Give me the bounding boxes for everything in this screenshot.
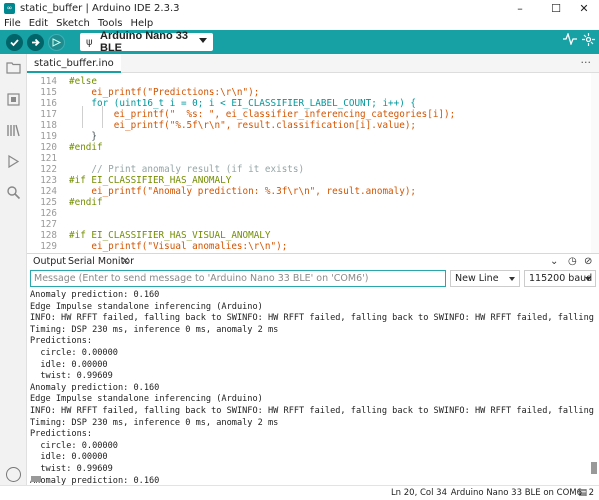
code-line: 120 #endif <box>40 142 103 153</box>
code-line: 122 // Print anomaly result (if it exist… <box>40 164 305 175</box>
output-line: Predictions: <box>30 336 93 347</box>
code-line: 128 #if EI_CLASSIFIER_HAS_VISUAL_ANOMALY <box>40 230 271 241</box>
menu-sketch[interactable]: Sketch <box>56 18 90 29</box>
output-line: idle: 0.00000 <box>30 359 108 370</box>
upload-button[interactable] <box>27 33 44 51</box>
output-line: Edge Impulse standalone inferencing (Ard… <box>30 301 263 312</box>
output-line: circle: 0.00000 <box>30 440 118 451</box>
tab-static-buffer[interactable]: static_buffer.ino <box>27 54 121 73</box>
serial-plotter-icon <box>563 32 577 46</box>
code-line: 119 } <box>40 131 97 142</box>
code-line: 126 <box>40 208 57 219</box>
close-icon[interactable]: ✕ <box>121 254 129 269</box>
serial-input-row: New Line 115200 baud <box>27 269 599 288</box>
output-line: Anomaly prediction: 0.160 <box>30 382 160 393</box>
chevron-down-icon <box>509 277 515 281</box>
output-line: INFO: HW RFFT failed, falling back to SW… <box>30 313 599 324</box>
baud-rate-select[interactable]: 115200 baud <box>524 270 596 287</box>
output-line: Timing: DSP 230 ms, inference 0 ms, anom… <box>30 417 279 428</box>
tab-strip: static_buffer.ino ··· <box>27 54 599 73</box>
code-line: 129 ei_printf("Visual anomalies:\r\n"); <box>40 241 288 252</box>
sketchbook-icon[interactable] <box>6 60 21 75</box>
tab-output[interactable]: Output <box>33 254 66 269</box>
code-line: 114 #else <box>40 76 97 87</box>
output-line: twist: 0.99609 <box>30 371 113 382</box>
code-line: 117 ei_printf(" %s: ", ei_classifier_inf… <box>40 109 456 120</box>
chevron-down-icon <box>585 277 591 281</box>
board-selector[interactable]: ψ Arduino Nano 33 BLE <box>80 30 213 54</box>
verify-button[interactable] <box>6 33 23 51</box>
serial-plotter-button[interactable] <box>563 32 577 49</box>
serial-output[interactable]: Anomaly prediction: 0.160 Edge Impulse s… <box>27 288 599 485</box>
code-line: 124 ei_printf("Anomaly prediction: %.3f\… <box>40 186 417 197</box>
debug-button[interactable] <box>48 33 65 51</box>
menu-edit[interactable]: Edit <box>29 18 48 29</box>
code-line: 125 #endif <box>40 197 103 208</box>
output-line: circle: 0.00000 <box>30 348 118 358</box>
baud-rate-value: 115200 baud <box>529 273 593 284</box>
code-line: 116 for (uint16_t i = 0; i < EI_CLASSIFI… <box>40 98 417 109</box>
boards-manager-icon[interactable] <box>6 92 21 107</box>
output-hscrollbar[interactable] <box>31 476 41 482</box>
status-board: Arduino Nano 33 BLE on COM6 <box>450 488 582 498</box>
chevron-down-icon <box>199 38 207 43</box>
arduino-icon: ∞ <box>4 3 15 14</box>
window-title: static_buffer | Arduino IDE 2.3.3 <box>20 3 180 14</box>
more-icon[interactable]: ··· <box>581 56 592 69</box>
output-line: Predictions: <box>30 429 93 440</box>
message-input[interactable] <box>30 270 446 287</box>
code-line: 121 <box>40 153 57 164</box>
debug-icon[interactable] <box>6 154 21 169</box>
upload-icon <box>32 38 40 46</box>
collapse-icon[interactable]: ⌄ <box>550 255 558 268</box>
debug-icon <box>52 37 62 47</box>
notification-icon[interactable]: ▤ <box>578 487 587 500</box>
close-window-button[interactable]: ✕ <box>569 0 599 17</box>
code-line: 123 #if EI_CLASSIFIER_HAS_ANOMALY <box>40 175 232 186</box>
editor-scrollbar[interactable] <box>591 73 599 253</box>
toolbar: ψ Arduino Nano 33 BLE <box>0 30 599 54</box>
minimize-button[interactable]: – <box>505 0 535 17</box>
clear-output-icon[interactable]: ⊘ <box>584 255 592 268</box>
title-bar: ∞ static_buffer | Arduino IDE 2.3.3 – ☐ … <box>0 0 599 17</box>
output-line: Edge Impulse standalone inferencing (Ard… <box>30 394 263 405</box>
menu-help[interactable]: Help <box>130 18 153 29</box>
menu-bar: File Edit Sketch Tools Help <box>0 17 599 30</box>
usb-icon: ψ <box>86 36 93 48</box>
output-line: Anomaly prediction: 0.160 <box>30 290 160 300</box>
status-bar: Ln 20, Col 34 Arduino Nano 33 BLE on COM… <box>0 485 599 500</box>
code-line: 127 <box>40 219 57 230</box>
output-line: idle: 0.00000 <box>30 452 108 463</box>
cursor-position: Ln 20, Col 34 <box>390 488 447 498</box>
serial-monitor-icon <box>582 33 595 46</box>
serial-monitor-button[interactable] <box>582 33 595 50</box>
notification-count: 2 <box>588 488 594 498</box>
panel-header: Output Serial Monitor ✕ ⌄ ◷ ⊘ <box>27 253 599 269</box>
output-line: INFO: HW RFFT failed, falling back to SW… <box>30 406 599 416</box>
output-line: Anomaly prediction: 0.160 <box>30 475 160 485</box>
board-name: Arduino Nano 33 BLE <box>100 30 189 54</box>
maximize-button[interactable]: ☐ <box>541 0 571 17</box>
code-editor[interactable]: 114 #else 115 ei_printf("Predictions:\r\n… <box>27 73 599 253</box>
line-ending-value: New Line <box>455 273 499 284</box>
output-vscrollbar[interactable] <box>591 462 597 474</box>
menu-file[interactable]: File <box>4 18 21 29</box>
menu-tools[interactable]: Tools <box>98 18 123 29</box>
output-line: Timing: DSP 230 ms, inference 0 ms, anom… <box>30 324 279 335</box>
code-line: 115 ei_printf("Predictions:\r\n"); <box>40 87 260 98</box>
clock-icon[interactable]: ◷ <box>568 255 577 268</box>
code-line: 118 ei_printf("%.5f\r\n", result.classif… <box>40 120 417 131</box>
sidebar <box>0 54 27 485</box>
verify-icon <box>10 38 19 46</box>
account-icon[interactable] <box>6 467 21 482</box>
line-ending-select[interactable]: New Line <box>450 270 520 287</box>
library-manager-icon[interactable] <box>6 123 21 138</box>
search-icon[interactable] <box>6 185 21 200</box>
output-line: twist: 0.99609 <box>30 464 113 474</box>
